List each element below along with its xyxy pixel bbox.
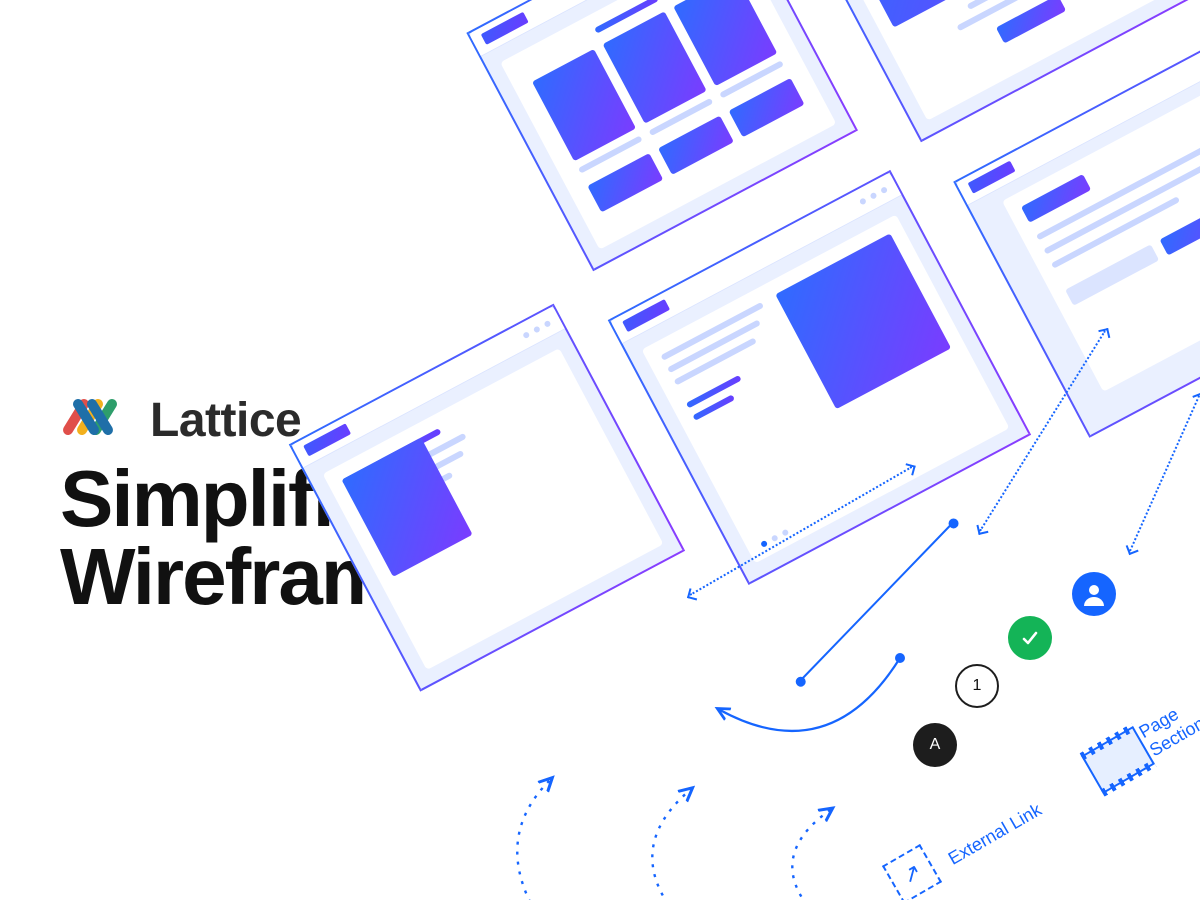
wireframe-body bbox=[1002, 92, 1200, 392]
wireframe-body bbox=[500, 0, 836, 250]
wireframe-body bbox=[323, 348, 664, 670]
lattice-logo-icon bbox=[60, 390, 132, 451]
badge-number-text: 1 bbox=[973, 677, 982, 695]
annotation-badge-check bbox=[1008, 616, 1052, 660]
cover-canvas: Lattice Simplified Wireframes bbox=[0, 0, 1200, 900]
connector-dotted-curves bbox=[480, 730, 900, 900]
badge-letter-text: A bbox=[930, 736, 941, 754]
wireframe-window bbox=[289, 304, 685, 692]
wireframe-body bbox=[642, 214, 1010, 563]
annotation-badge-letter: A bbox=[913, 723, 957, 767]
wireframe-window bbox=[608, 170, 1031, 585]
check-icon bbox=[1019, 627, 1041, 649]
annotation-badge-number: 1 bbox=[955, 664, 999, 708]
annotation-badge-user bbox=[1072, 572, 1116, 616]
user-icon bbox=[1081, 581, 1107, 607]
